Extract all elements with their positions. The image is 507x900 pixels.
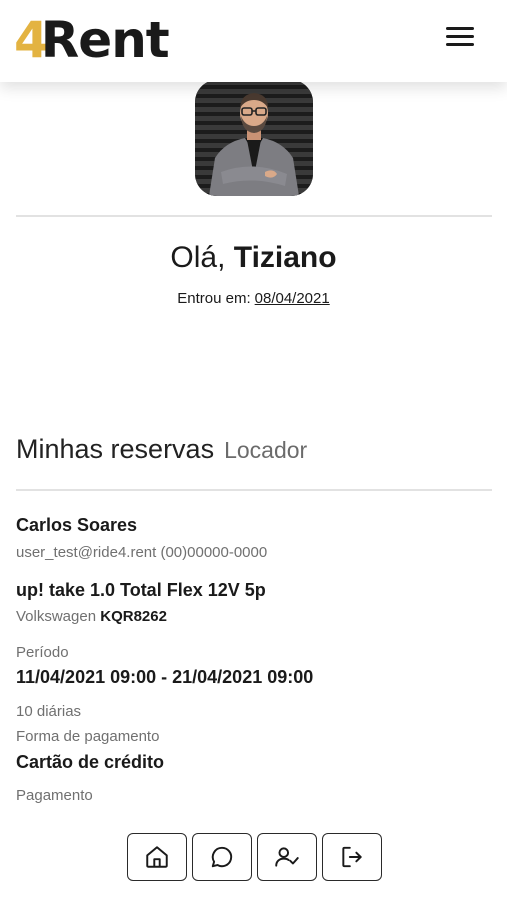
reservations-divider bbox=[16, 489, 492, 491]
app-header: 4 Rent bbox=[0, 0, 507, 82]
renter-contact: user_test@ride4.rent (00)00000-0000 bbox=[16, 544, 268, 561]
period-label: Período bbox=[16, 644, 69, 661]
car-model: up! take 1.0 Total Flex 12V 5p bbox=[16, 580, 266, 600]
logout-icon bbox=[342, 846, 362, 868]
car-plate: KQR8262 bbox=[100, 608, 167, 625]
reservations-role: Locador bbox=[224, 437, 308, 463]
chat-bubble-icon bbox=[211, 846, 233, 868]
reservations-heading: Minhas reservas Locador bbox=[16, 434, 307, 474]
rental-days: 10 diárias bbox=[16, 703, 82, 720]
greeting: Olá, Tiziano bbox=[0, 238, 507, 278]
renter-name: Carlos Soares bbox=[16, 515, 138, 535]
user-check-icon bbox=[275, 847, 299, 867]
4rent-logo[interactable]: 4 Rent bbox=[14, 11, 170, 69]
home-button[interactable] bbox=[127, 833, 187, 881]
payment-label: Pagamento bbox=[16, 787, 93, 804]
logout-button[interactable] bbox=[322, 833, 382, 881]
greeting-prefix: Olá, bbox=[170, 241, 234, 274]
avatar bbox=[195, 80, 313, 196]
profile-divider bbox=[16, 215, 492, 217]
car-brand-plate: Volkswagen KQR8262 bbox=[16, 607, 486, 627]
messages-button[interactable] bbox=[192, 833, 252, 881]
home-icon bbox=[146, 846, 168, 868]
bottom-nav bbox=[127, 833, 382, 881]
payment-method-label: Forma de pagamento bbox=[16, 728, 160, 745]
joined-date: 08/04/2021 bbox=[254, 290, 330, 307]
joined-info: Entrou em: 08/04/2021 bbox=[0, 289, 507, 309]
car-brand: Volkswagen bbox=[16, 608, 97, 625]
payment-method: Cartão de crédito bbox=[16, 752, 165, 772]
joined-label: Entrou em: bbox=[177, 290, 251, 307]
reservations-title: Minhas reservas bbox=[16, 434, 215, 464]
profile-button[interactable] bbox=[257, 833, 317, 881]
logo-text: Rent bbox=[40, 11, 170, 69]
rental-period: 11/04/2021 09:00 - 21/04/2021 09:00 bbox=[16, 667, 314, 687]
user-name: Tiziano bbox=[233, 241, 337, 274]
hamburger-menu-icon[interactable] bbox=[444, 24, 476, 50]
